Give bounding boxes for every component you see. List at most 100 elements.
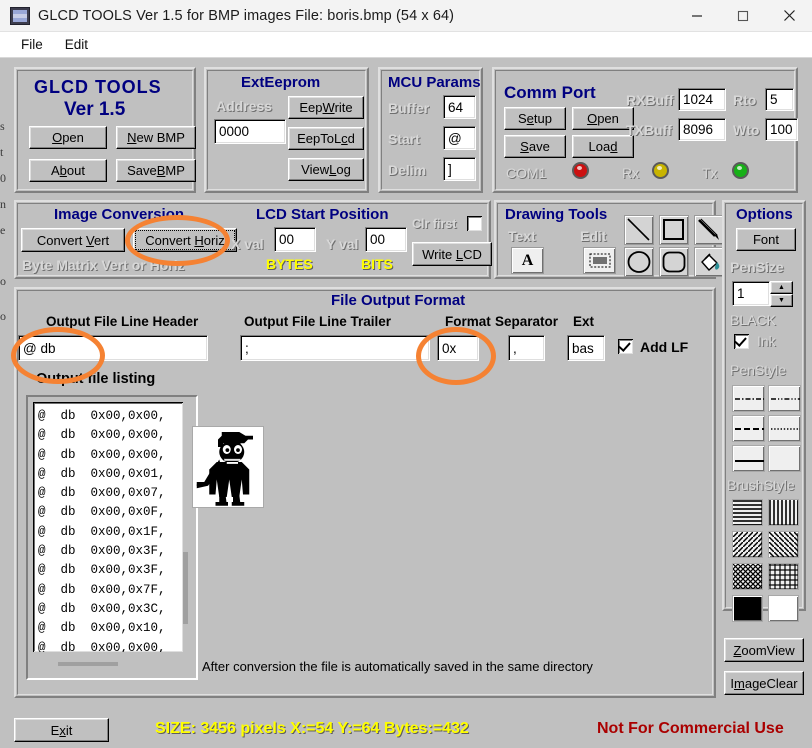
eep-to-lcd-button[interactable]: EepToLcd bbox=[288, 127, 364, 150]
clr-first-checkbox[interactable] bbox=[467, 216, 482, 231]
open-button[interactable]: Open bbox=[29, 126, 107, 149]
brush-vertical-swatch[interactable] bbox=[768, 499, 799, 526]
penstyle-label: PenStyle bbox=[730, 362, 786, 378]
options-panel: Options Font PenSize 1 ▲ ▼ BLACK Ink Pen… bbox=[722, 200, 806, 611]
text-tool-button[interactable]: A bbox=[511, 247, 544, 274]
bmp-preview[interactable] bbox=[192, 426, 264, 508]
image-conversion-panel: Image Conversion Convert Vert Convert Ho… bbox=[14, 200, 491, 279]
background-bleed-text: 0 bbox=[0, 171, 6, 186]
zoomview-button[interactable]: ZoomView bbox=[724, 638, 804, 662]
penstyle-none-swatch[interactable] bbox=[768, 445, 801, 472]
output-listing-line: @ db 0x00,0x10, bbox=[38, 619, 183, 638]
rto-label: Rto bbox=[733, 92, 756, 108]
address-field[interactable]: 0000 bbox=[214, 119, 286, 144]
com-led bbox=[572, 162, 589, 179]
drawing-tools-title: Drawing Tools bbox=[505, 206, 607, 223]
brushstyle-label: BrushStyle bbox=[727, 477, 795, 493]
penstyle-dashdotdot-swatch[interactable] bbox=[768, 385, 801, 412]
lcd-start-position-title: LCD Start Position bbox=[256, 206, 389, 223]
output-listing-line: @ db 0x00,0x1F, bbox=[38, 523, 183, 542]
output-listing-line: @ db 0x00,0x3F, bbox=[38, 542, 183, 561]
comm-load-button[interactable]: Load bbox=[572, 135, 634, 158]
app-title-line2: Ver 1.5 bbox=[64, 99, 125, 121]
brush-cross-swatch[interactable] bbox=[768, 563, 799, 590]
pencil-tool-button[interactable] bbox=[694, 215, 724, 245]
x-val-field[interactable]: 00 bbox=[274, 227, 316, 252]
txbuff-field[interactable]: 8096 bbox=[678, 118, 726, 141]
convert-vert-button[interactable]: Convert Vert bbox=[21, 228, 125, 252]
exit-button[interactable]: Exit bbox=[14, 718, 109, 742]
line-tool-button[interactable] bbox=[624, 215, 654, 245]
ext-field[interactable]: bas bbox=[567, 335, 605, 361]
app-icon bbox=[10, 7, 30, 25]
brush-fdiagonal-swatch[interactable] bbox=[768, 531, 799, 558]
separator-field[interactable]: , bbox=[508, 335, 545, 361]
eep-write-button[interactable]: EepWrite bbox=[288, 96, 364, 119]
rxbuff-field[interactable]: 1024 bbox=[678, 88, 726, 111]
clr-first-label: Clr first bbox=[412, 217, 456, 231]
brush-horizontal-swatch[interactable] bbox=[732, 499, 763, 526]
ext-eeprom-title: ExtEeprom bbox=[241, 74, 320, 91]
buffer-field[interactable]: 64 bbox=[443, 95, 476, 119]
penstyle-solid-swatch[interactable] bbox=[732, 445, 765, 472]
output-listing-line: @ db 0x00,0x00, bbox=[38, 639, 183, 652]
rounded-rect-tool-button[interactable] bbox=[659, 247, 689, 277]
rto-field[interactable]: 5 bbox=[765, 88, 794, 111]
edit-tool-label: Edit bbox=[580, 228, 606, 244]
pensize-label: PenSize bbox=[730, 259, 784, 275]
about-button[interactable]: About bbox=[29, 159, 107, 182]
close-icon[interactable] bbox=[766, 0, 812, 32]
menu-edit[interactable]: Edit bbox=[54, 35, 99, 54]
y-val-field[interactable]: 00 bbox=[365, 227, 407, 252]
brush-bdiagonal-swatch[interactable] bbox=[732, 531, 763, 558]
pensize-down-button[interactable]: ▼ bbox=[770, 294, 793, 307]
add-lf-checkbox[interactable] bbox=[618, 339, 633, 354]
maximize-icon[interactable] bbox=[720, 0, 766, 32]
minimize-icon[interactable] bbox=[674, 0, 720, 32]
line-trailer-field[interactable]: ; bbox=[240, 335, 430, 361]
penstyle-dash-swatch[interactable] bbox=[732, 415, 765, 442]
comm-save-button[interactable]: Save bbox=[504, 135, 566, 158]
window-title: GLCD TOOLS Ver 1.5 for BMP images File: … bbox=[38, 8, 454, 24]
line-header-field[interactable]: @ db bbox=[18, 335, 208, 361]
start-label: Start bbox=[388, 131, 420, 147]
ext-eeprom-panel: ExtEeprom Address 0000 EepWrite EepToLcd… bbox=[204, 67, 369, 193]
view-log-button[interactable]: ViewLog bbox=[288, 158, 364, 181]
output-listing-text[interactable]: @ db 0x00,0x00,@ db 0x00,0x00,@ db 0x00,… bbox=[33, 402, 183, 652]
format-label: Format bbox=[445, 314, 491, 329]
status-size-text: SIZE: 3456 pixels X:=54 Y:=64 Bytes:=432 bbox=[155, 720, 469, 738]
save-bmp-button[interactable]: SaveBMP bbox=[116, 159, 196, 182]
format-field[interactable]: 0x bbox=[437, 335, 479, 361]
listing-vertical-scrollbar[interactable] bbox=[183, 552, 188, 624]
buffer-label: Buffer bbox=[388, 100, 429, 116]
menu-file[interactable]: File bbox=[10, 35, 54, 54]
pensize-up-button[interactable]: ▲ bbox=[770, 281, 793, 294]
convert-horiz-button[interactable]: Convert Horiz bbox=[133, 228, 237, 252]
comm-open-button[interactable]: Open bbox=[572, 107, 634, 130]
brush-diagcross-swatch[interactable] bbox=[732, 563, 763, 590]
fill-bucket-tool-button[interactable] bbox=[694, 247, 724, 277]
wto-field[interactable]: 100 bbox=[765, 118, 798, 141]
pensize-field[interactable]: 1 bbox=[732, 281, 770, 306]
brush-solid-black-swatch[interactable] bbox=[732, 595, 763, 622]
edit-tool-button[interactable] bbox=[583, 247, 616, 274]
write-lcd-button[interactable]: Write LCD bbox=[412, 242, 492, 266]
delim-field[interactable]: ] bbox=[443, 157, 476, 181]
penstyle-dashdot-swatch[interactable] bbox=[732, 385, 765, 412]
ellipse-tool-button[interactable] bbox=[624, 247, 654, 277]
rxbuff-label: RXBuff bbox=[626, 92, 673, 108]
new-bmp-button[interactable]: New BMP bbox=[116, 126, 196, 149]
start-field[interactable]: @ bbox=[443, 126, 476, 150]
comm-setup-button[interactable]: Setup bbox=[504, 107, 566, 130]
output-listing-line: @ db 0x00,0x01, bbox=[38, 465, 183, 484]
penstyle-dot-swatch[interactable] bbox=[768, 415, 801, 442]
imageclear-button[interactable]: ImageClear bbox=[724, 671, 804, 695]
brush-solid-white-swatch[interactable] bbox=[768, 595, 799, 622]
font-button[interactable]: Font bbox=[736, 228, 796, 251]
background-bleed-text: t bbox=[0, 145, 3, 160]
bmp-preview-image bbox=[193, 427, 263, 507]
text-tool-glyph: A bbox=[522, 252, 534, 270]
ink-checkbox[interactable] bbox=[734, 334, 749, 349]
listing-horizontal-scrollbar[interactable] bbox=[58, 662, 118, 666]
rectangle-tool-button[interactable] bbox=[659, 215, 689, 245]
